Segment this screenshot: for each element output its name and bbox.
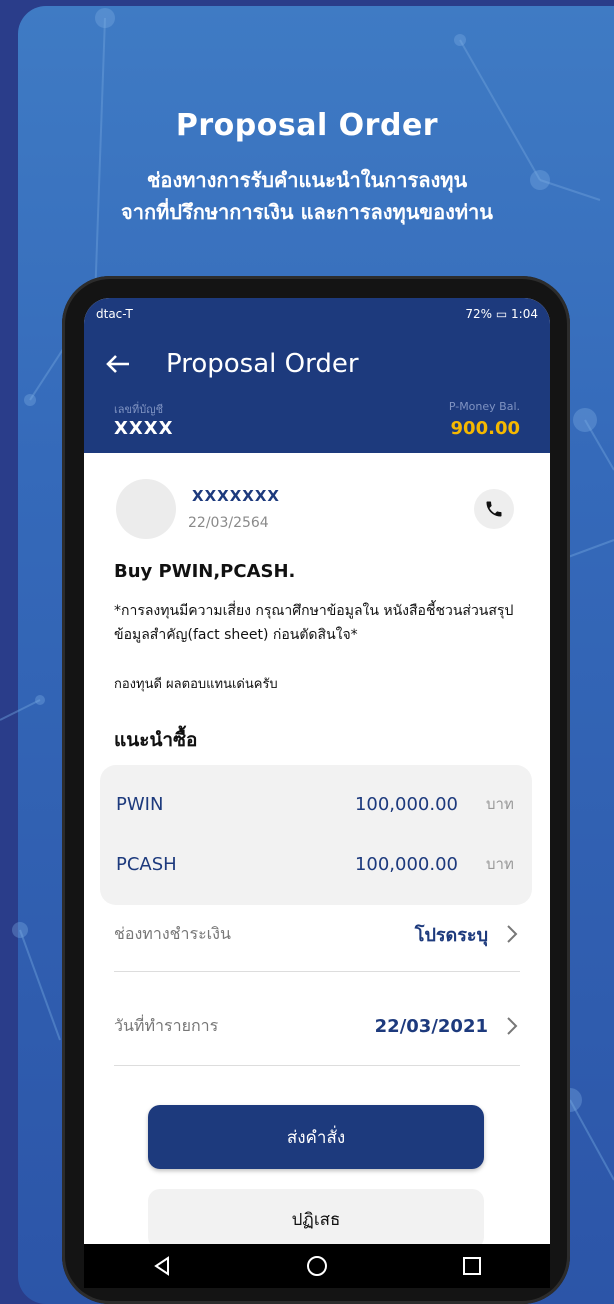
fund-name: PWIN [116,793,164,815]
avatar [116,479,176,539]
chevron-right-icon [507,1017,518,1035]
payment-method-value: โปรดระบุ [414,924,488,946]
advisor-note: กองทุนดี ผลตอบแทนเด่นครับ [114,677,278,692]
submit-order-button[interactable]: ส่งคำสั่ง [148,1105,484,1169]
promo-title: Proposal Order [175,108,439,143]
promo-subtitle-line1: ช่องทางการรับคำแนะนำในการลงทุน [146,168,468,192]
battery-icon: ▭ [495,307,508,321]
fund-unit: บาท [486,855,514,873]
clock: 1:04 [511,307,538,321]
fund-name: PCASH [116,853,177,875]
list-item: PCASH 100,000.00 บาท [116,849,516,879]
nav-home-button[interactable] [297,1246,337,1286]
account-number: XXXX [114,418,174,439]
account-number-label: เลขที่บัญชี [114,403,164,416]
message-title: Buy PWIN,PCASH. [114,561,296,582]
transaction-date-value: 22/03/2021 [374,1015,488,1037]
risk-warning: *การลงทุนมีความเสี่ยง กรุณาศึกษาข้อมูลใน… [114,603,514,643]
recommend-title: แนะนำซื้อ [114,729,198,751]
divider [114,971,520,972]
status-right: 72% ▭ 1:04 [465,307,538,321]
reject-button[interactable]: ปฏิเสธ [148,1189,484,1249]
transaction-date-row[interactable]: วันที่ทำรายการ 22/03/2021 [114,1001,520,1051]
fund-list: PWIN 100,000.00 บาท PCASH 100,000.00 บาท [100,765,532,905]
payment-method-row[interactable]: ช่องทางชำระเงิน โปรดระบุ [114,909,520,959]
fund-unit: บาท [486,795,514,813]
promo-subtitle-line2: จากที่ปรึกษาการเงิน และการลงทุนของท่าน [121,200,493,224]
message-date: 22/03/2564 [188,515,269,531]
arrow-left-icon [106,355,129,373]
circle-home-icon [306,1256,327,1276]
app-bar: Proposal Order [84,330,550,398]
system-nav-bar [84,1244,550,1288]
battery-percent: 72% [465,307,493,321]
back-button[interactable] [90,336,146,392]
triangle-back-icon [153,1256,169,1276]
chevron-right-icon [507,925,518,943]
phone-screen: dtac-T 72% ▭ 1:04 Proposal Order เลขที่บ… [84,298,550,1288]
status-bar: dtac-T 72% ▭ 1:04 [84,298,550,330]
proposal-content: XXXXXXX 22/03/2564 Buy PWIN,PCASH. *การล… [84,453,550,1288]
balance-label: P-Money Bal. [448,400,520,413]
divider [114,1065,520,1066]
promo-subtitle: ช่องทางการรับคำแนะนำในการลงทุน จากที่ปรึ… [0,164,614,228]
carrier-label: dtac-T [96,307,133,321]
balance-value: 900.00 [450,418,520,439]
page-title: Proposal Order [166,349,359,379]
account-summary: เลขที่บัญชี XXXX P-Money Bal. 900.00 [84,398,550,453]
call-button[interactable] [474,489,514,529]
payment-method-label: ช่องทางชำระเงิน [114,923,231,943]
nav-back-button[interactable] [142,1246,182,1286]
fund-amount: 100,000.00 [354,793,458,815]
phone-icon [486,501,502,517]
fund-amount: 100,000.00 [354,853,458,875]
sender-name: XXXXXXX [192,487,280,505]
list-item: PWIN 100,000.00 บาท [116,789,516,819]
transaction-date-label: วันที่ทำรายการ [114,1015,219,1035]
square-recents-icon [463,1257,482,1275]
nav-recents-button[interactable] [452,1246,492,1286]
